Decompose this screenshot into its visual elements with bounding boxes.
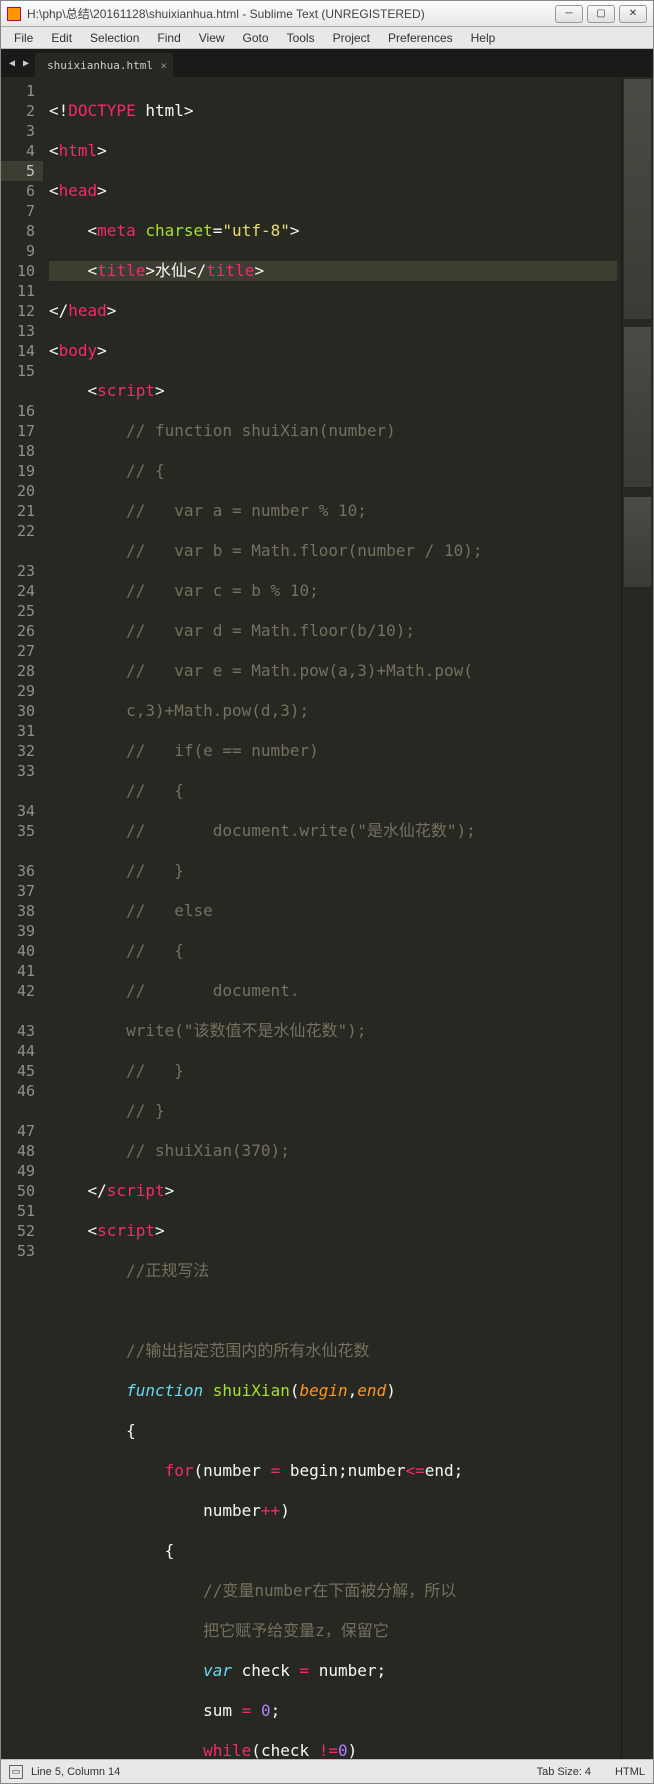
maximize-button[interactable]: ▢ [587,5,615,23]
titlebar[interactable]: H:\php\总结\20161128\shuixianhua.html - Su… [1,1,653,27]
menu-help[interactable]: Help [462,31,505,45]
menu-find[interactable]: Find [148,31,189,45]
line-gutter: 123456789101112131415 16171819202122 232… [1,77,43,1759]
status-syntax[interactable]: HTML [615,1766,645,1778]
status-tabsize[interactable]: Tab Size: 4 [537,1766,591,1778]
close-button[interactable]: ✕ [619,5,647,23]
menubar: File Edit Selection Find View Goto Tools… [1,27,653,49]
menu-file[interactable]: File [5,31,42,45]
editor-area: 123456789101112131415 16171819202122 232… [1,77,653,1759]
menu-tools[interactable]: Tools [278,31,324,45]
tab-label: shuixianhua.html [47,59,153,72]
tab-close-icon[interactable]: × [160,59,167,72]
statusbar: ▭ Line 5, Column 14 Tab Size: 4 HTML [1,1759,653,1783]
menu-view[interactable]: View [190,31,234,45]
minimize-button[interactable]: ─ [555,5,583,23]
app-icon [7,7,21,21]
minimap[interactable] [621,77,653,1759]
menu-project[interactable]: Project [324,31,379,45]
code-area[interactable]: <!DOCTYPE html> <html> <head> <meta char… [43,77,621,1759]
menu-goto[interactable]: Goto [234,31,278,45]
tabbar: ◀ ▶ shuixianhua.html × [1,49,653,77]
status-position[interactable]: Line 5, Column 14 [31,1766,120,1778]
window-title: H:\php\总结\20161128\shuixianhua.html - Su… [27,5,555,22]
menu-preferences[interactable]: Preferences [379,31,462,45]
window-controls: ─ ▢ ✕ [555,5,647,23]
console-icon[interactable]: ▭ [9,1765,23,1779]
file-tab[interactable]: shuixianhua.html × [35,53,173,77]
menu-selection[interactable]: Selection [81,31,148,45]
nav-arrows: ◀ ▶ [3,49,35,77]
nav-back-icon[interactable]: ◀ [9,58,15,69]
nav-forward-icon[interactable]: ▶ [23,58,29,69]
app-window: H:\php\总结\20161128\shuixianhua.html - Su… [0,0,654,1784]
menu-edit[interactable]: Edit [42,31,81,45]
